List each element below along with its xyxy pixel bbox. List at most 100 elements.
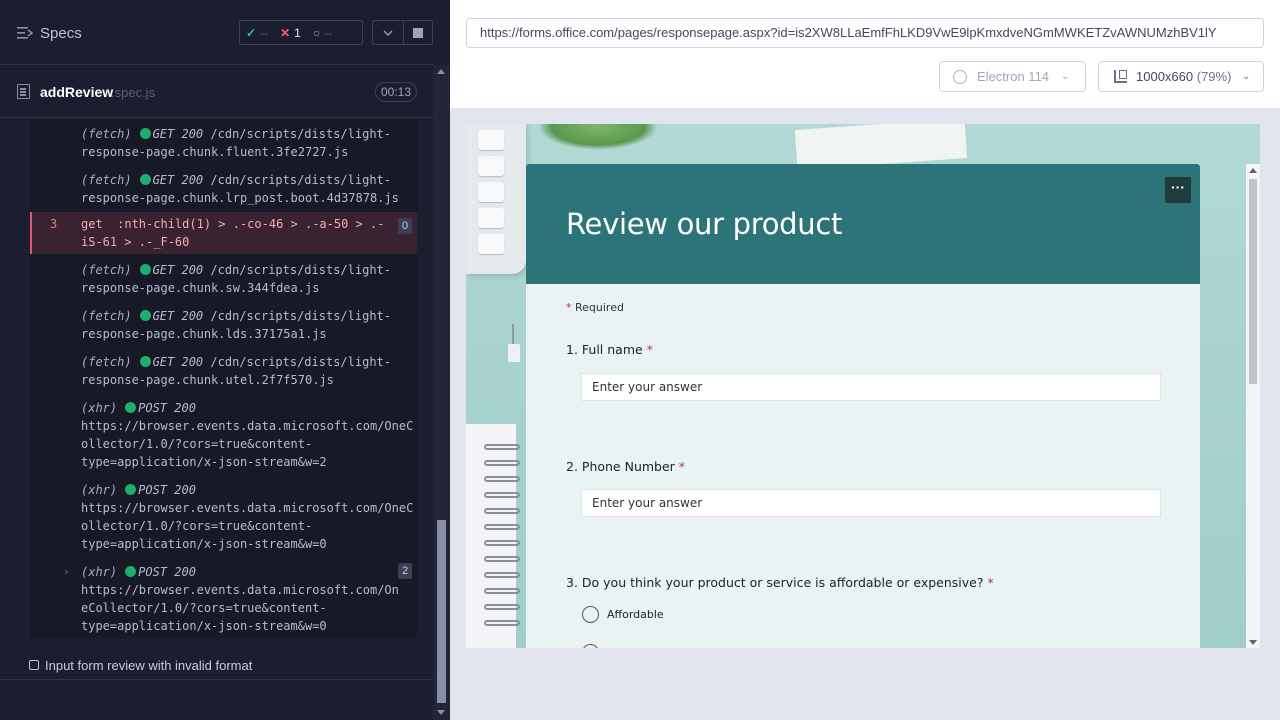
radio-affordable[interactable] xyxy=(582,606,599,623)
command-text: get :nth-child(1) > .-co-46 > .-a-50 > .… xyxy=(81,217,385,249)
required-asterisk: * xyxy=(646,342,653,357)
chevron-down-icon: ⌄ xyxy=(1242,71,1251,82)
log-entry[interactable]: (fetch) GET 200 /cdn/scripts/dists/light-… xyxy=(30,171,417,207)
log-text: https://browser.events.data.microsoft.co… xyxy=(81,419,414,469)
viewport-zoom: (79%) xyxy=(1196,69,1232,84)
reporter-panel: Specs ✓ -- ✕ 1 ○ -- addReview .spec.js 0… xyxy=(0,0,450,720)
form-scrollbar[interactable] xyxy=(1246,164,1260,648)
toggle-expand-button[interactable] xyxy=(372,20,404,45)
phone-number-input[interactable]: Enter your answer xyxy=(581,489,1161,517)
test-title[interactable]: Input form review with invalid format xyxy=(45,658,252,673)
form-title: Review our product xyxy=(566,207,843,241)
form-header: Review our product ··· xyxy=(526,164,1200,284)
spec-title-row: addReview .spec.js 00:13 xyxy=(0,66,433,118)
log-text: https://browser.events.data.microsoft.co… xyxy=(81,501,414,551)
log-entry[interactable]: (fetch) GET 200 /cdn/scripts/dists/light-… xyxy=(30,125,417,161)
radio-expensive[interactable] xyxy=(582,644,599,648)
spec-name[interactable]: addReview xyxy=(40,84,113,100)
required-asterisk: * xyxy=(987,575,994,590)
status-dot-icon xyxy=(139,356,151,367)
scroll-down-icon[interactable] xyxy=(437,710,445,715)
failed-command-entry[interactable]: 3 get :nth-child(1) > .-co-46 > .-a-50 >… xyxy=(30,212,417,254)
status-dot-icon xyxy=(139,128,151,139)
log-kind: (xhr) xyxy=(81,565,118,579)
log-entry-expandable[interactable]: › (xhr) POST 200 https://browser.events.d… xyxy=(30,563,417,635)
log-entry[interactable]: (xhr) POST 200 https://browser.events.dat… xyxy=(30,481,417,553)
count-badge: 0 xyxy=(398,218,412,234)
stop-button[interactable] xyxy=(403,20,433,45)
file-icon xyxy=(17,84,30,99)
specs-label[interactable]: Specs xyxy=(40,25,82,42)
viewport-label: 1000x660 (79%) xyxy=(1136,62,1231,91)
log-kind: (fetch) xyxy=(81,173,132,187)
radio-affordable-label[interactable]: Affordable xyxy=(607,608,664,621)
log-entry[interactable]: (fetch) GET 200 /cdn/scripts/dists/light-… xyxy=(30,261,417,297)
reporter-scrollbar[interactable] xyxy=(433,65,450,720)
scroll-thumb[interactable] xyxy=(437,520,446,703)
pending-icon: ○ xyxy=(312,25,321,40)
more-options-button[interactable]: ··· xyxy=(1165,177,1191,203)
question-full-name: 1. Full name * xyxy=(566,342,653,357)
spec-extension: .spec.js xyxy=(111,85,156,100)
status-dot-icon xyxy=(125,402,137,413)
count-badge: 2 xyxy=(398,563,412,579)
log-method: GET 200 xyxy=(152,127,204,141)
log-entry[interactable]: (fetch) GET 200 /cdn/scripts/dists/light-… xyxy=(30,353,417,389)
aut-iframe: Review our product ··· * Required 1. Ful… xyxy=(466,124,1260,648)
scroll-down-icon[interactable] xyxy=(1249,640,1257,645)
question-label: 2. Phone Number xyxy=(566,459,675,474)
log-entry[interactable]: (xhr) POST 200 https://browser.events.dat… xyxy=(30,399,417,471)
log-method: GET 200 xyxy=(152,309,204,323)
log-method: GET 200 xyxy=(152,355,204,369)
log-kind: (fetch) xyxy=(81,309,132,323)
log-kind: (fetch) xyxy=(81,263,132,277)
test-title-row[interactable]: Input form review with invalid format xyxy=(0,640,433,680)
test-status-icon xyxy=(29,660,39,670)
form-card: Review our product ··· * Required 1. Ful… xyxy=(526,164,1200,648)
scroll-up-icon[interactable] xyxy=(437,69,445,74)
pending-stat: ○ -- xyxy=(307,26,338,40)
log-method: POST 200 xyxy=(138,483,196,497)
chevron-down-icon: ⌄ xyxy=(1061,71,1070,82)
x-icon: ✕ xyxy=(280,25,291,40)
check-icon: ✓ xyxy=(246,25,257,40)
log-kind: (xhr) xyxy=(81,401,118,415)
url-bar[interactable]: https://forms.office.com/pages/responsep… xyxy=(466,18,1264,48)
full-name-input[interactable]: Enter your answer xyxy=(581,373,1161,401)
chevron-right-icon[interactable]: › xyxy=(63,563,70,581)
background-pin-image xyxy=(508,324,520,364)
question-label: 1. Full name xyxy=(566,342,643,357)
scroll-thumb[interactable] xyxy=(1249,179,1257,384)
status-dot-icon xyxy=(125,484,137,495)
background-paper-image xyxy=(794,124,968,170)
viewport-selector[interactable]: 1000x660 (79%) ⌄ xyxy=(1098,61,1264,92)
background-notebook-image xyxy=(466,424,520,648)
required-label: Required xyxy=(575,301,624,314)
passed-count: -- xyxy=(260,25,269,40)
electron-icon xyxy=(953,70,967,84)
status-dot-icon xyxy=(139,264,151,275)
log-kind: (xhr) xyxy=(81,483,118,497)
stop-icon xyxy=(413,27,423,38)
log-method: GET 200 xyxy=(152,263,204,277)
browser-label: Electron 114 xyxy=(977,69,1050,84)
failed-count: 1 xyxy=(294,25,301,40)
log-method: POST 200 xyxy=(138,401,196,415)
required-asterisk: * xyxy=(678,459,686,474)
log-entry[interactable]: (fetch) GET 200 /cdn/scripts/dists/light-… xyxy=(30,307,417,343)
pending-count: -- xyxy=(324,25,333,40)
log-method: POST 200 xyxy=(138,565,196,579)
duration-badge: 00:13 xyxy=(375,82,417,102)
log-kind: (fetch) xyxy=(81,127,132,141)
background-keyboard-image xyxy=(466,124,526,274)
required-asterisk: * xyxy=(566,301,572,314)
question-affordability: 3. Do you think your product or service … xyxy=(566,575,994,590)
specs-list-icon[interactable] xyxy=(17,26,33,40)
command-log: (fetch) GET 200 /cdn/scripts/dists/light-… xyxy=(30,120,417,638)
browser-selector[interactable]: Electron 114 ⌄ xyxy=(939,61,1086,92)
failed-stat: ✕ 1 xyxy=(274,26,307,40)
scroll-up-icon[interactable] xyxy=(1249,168,1257,173)
chevron-down-icon xyxy=(383,30,393,36)
passed-stat: ✓ -- xyxy=(240,26,274,40)
viewport-icon xyxy=(1114,70,1127,83)
